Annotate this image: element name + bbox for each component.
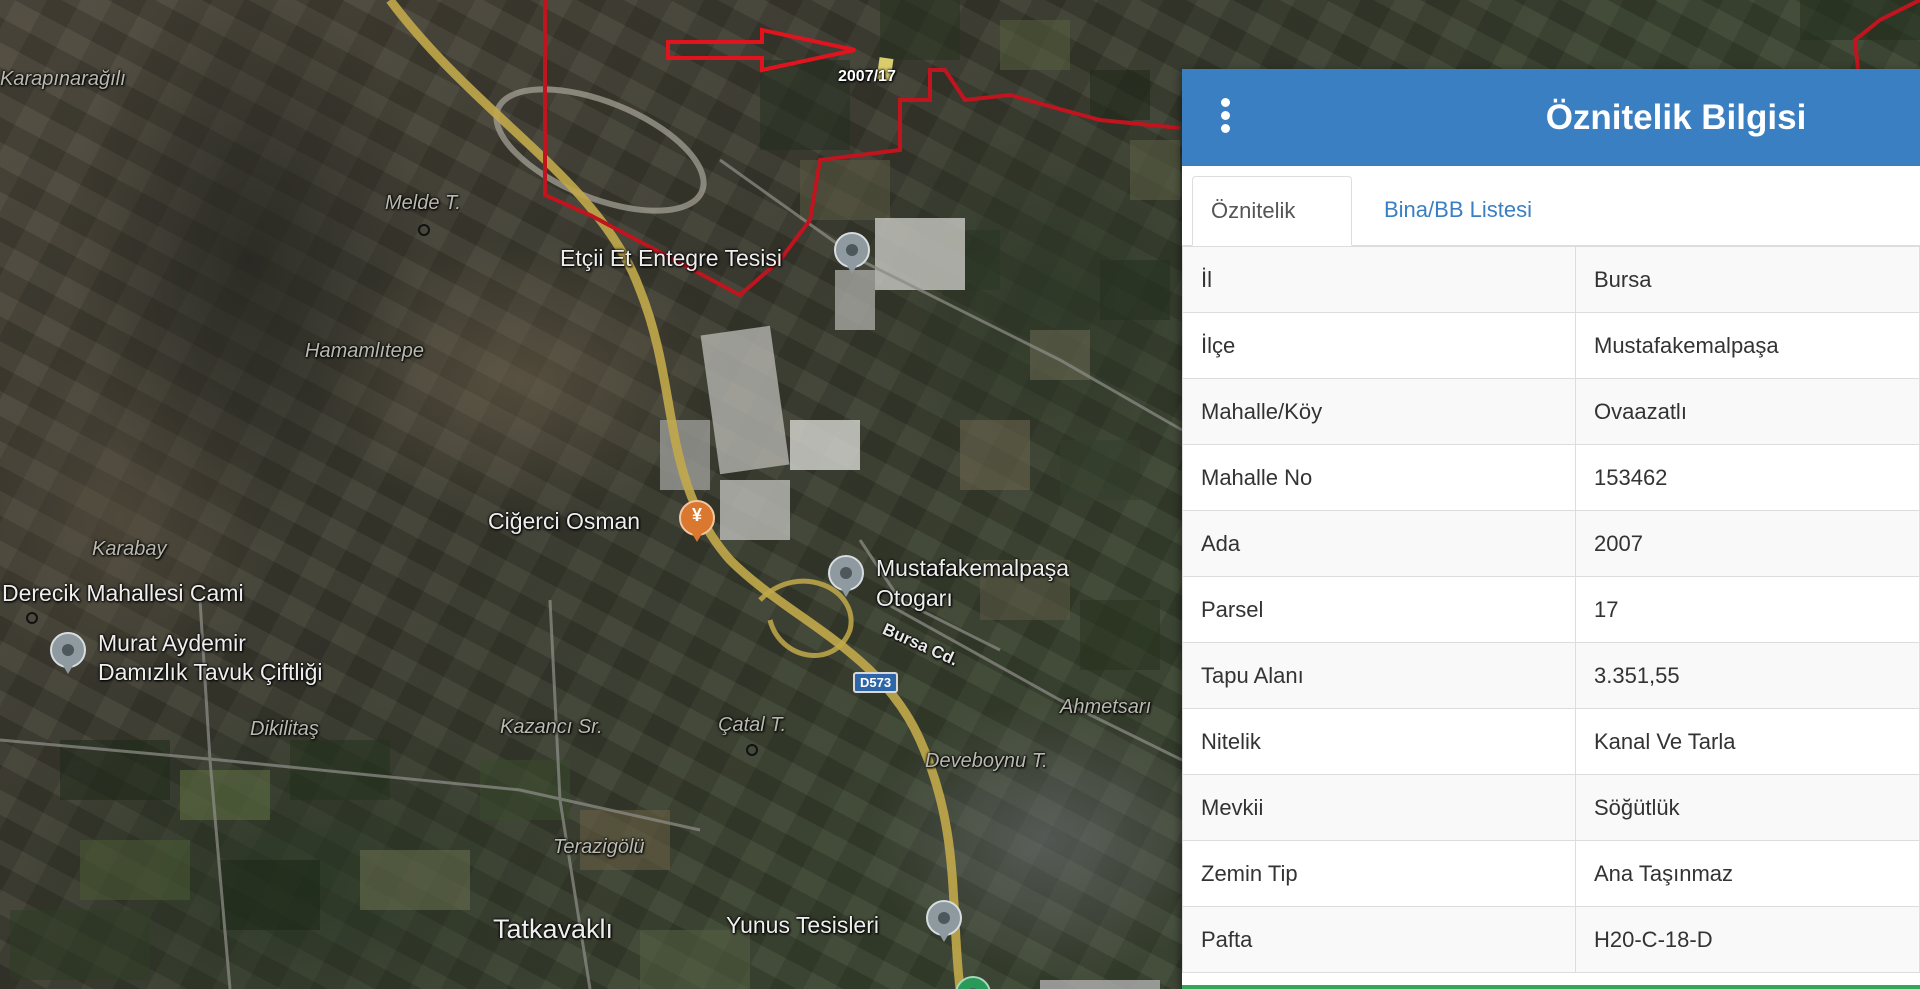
row-value: Bursa: [1575, 246, 1920, 313]
row-value: H20-C-18-D: [1575, 906, 1920, 973]
terrain-label: Deveboynu T.: [925, 750, 1048, 772]
row-key: Parsel: [1182, 576, 1576, 643]
row-key: Zemin Tip: [1182, 840, 1576, 907]
tab-bar: Öznitelik Bilgisi Bina/BB Listesi: [1182, 166, 1920, 291]
row-value: Kanal Ve Tarla: [1575, 708, 1920, 775]
terrain-label: Karabay: [92, 538, 167, 560]
panel-bottom-bar: [1182, 985, 1920, 989]
row-key: Ada: [1182, 510, 1576, 577]
row-value: 153462: [1575, 444, 1920, 511]
row-key: Tapu Alanı: [1182, 642, 1576, 709]
row-key: Mevkii: [1182, 774, 1576, 841]
table-row: Parsel 17: [1182, 576, 1920, 643]
panel-title: Öznitelik Bilgisi: [1545, 98, 1807, 137]
table-row: Nitelik Kanal Ve Tarla: [1182, 708, 1920, 775]
row-value: Ana Taşınmaz: [1575, 840, 1920, 907]
facility-pin-icon[interactable]: [922, 900, 966, 944]
place-label[interactable]: Mustafakemalpaşa: [876, 555, 1069, 582]
mosque-marker: [26, 612, 38, 624]
table-row: Mahalle No 153462: [1182, 444, 1920, 511]
table-row: İlçe Mustafakemalpaşa: [1182, 312, 1920, 379]
row-value: 17: [1575, 576, 1920, 643]
row-key: Mahalle/Köy: [1182, 378, 1576, 445]
restaurant-pin-icon[interactable]: ¥: [675, 500, 719, 544]
place-label[interactable]: Derecik Mahallesi Cami: [2, 580, 244, 607]
terrain-label: Dikilitaş: [250, 718, 319, 740]
table-row: Ada 2007: [1182, 510, 1920, 577]
panel-header: Öznitelik Bilgisi: [1182, 69, 1920, 166]
table-row: Pafta H20-C-18-D: [1182, 906, 1920, 973]
bus-station-pin-icon[interactable]: [824, 555, 868, 599]
terrain-label: Ahmetsarı: [1060, 696, 1152, 718]
parcel-label: 2007/17: [838, 68, 896, 85]
place-label[interactable]: Ciğerci Osman: [488, 508, 640, 535]
row-value: Ovaazatlı: [1575, 378, 1920, 445]
tab-attribute-info[interactable]: Öznitelik Bilgisi: [1192, 176, 1352, 291]
row-key: Mahalle No: [1182, 444, 1576, 511]
row-value: 2007: [1575, 510, 1920, 577]
row-key: İl: [1182, 246, 1576, 313]
row-key: İlçe: [1182, 312, 1576, 379]
summit-marker: [746, 744, 758, 756]
row-value: Mustafakemalpaşa: [1575, 312, 1920, 379]
tab-building-list[interactable]: Bina/BB Listesi: [1366, 176, 1550, 246]
terrain-label: Çatal T.: [718, 714, 787, 736]
farm-pin-icon[interactable]: [46, 632, 90, 676]
attribute-panel: Öznitelik Bilgisi Öznitelik Bilgisi Bina…: [1182, 69, 1920, 989]
place-label[interactable]: Damızlık Tavuk Çiftliği: [98, 659, 323, 686]
table-row: İl Bursa: [1182, 246, 1920, 313]
terrain-label: Kazancı Sr.: [500, 716, 603, 738]
table-row: Mevkii Söğütlük: [1182, 774, 1920, 841]
place-label[interactable]: Otogarı: [876, 585, 953, 612]
place-label[interactable]: Murat Aydemir: [98, 630, 246, 657]
place-label[interactable]: Etçii Et Entegre Tesisi: [560, 245, 782, 272]
terrain-label: Melde T.: [385, 192, 461, 214]
place-pin-icon[interactable]: [951, 976, 995, 989]
terrain-label: Terazigölü: [553, 836, 645, 858]
row-value: Söğütlük: [1575, 774, 1920, 841]
row-value: 3.351,55: [1575, 642, 1920, 709]
road-shield: D573: [853, 672, 899, 693]
town-label: Tatkavaklı: [493, 914, 614, 944]
table-row: Zemin Tip Ana Taşınmaz: [1182, 840, 1920, 907]
summit-marker: [418, 224, 430, 236]
row-key: Nitelik: [1182, 708, 1576, 775]
row-key: Pafta: [1182, 906, 1576, 973]
table-row: Mahalle/Köy Ovaazatlı: [1182, 378, 1920, 445]
attribute-table: İl Bursa İlçe Mustafakemalpaşa Mahalle/Köy…: [1182, 246, 1920, 973]
table-row: Tapu Alanı 3.351,55: [1182, 642, 1920, 709]
place-label[interactable]: Yunus Tesisleri: [726, 912, 879, 939]
place-pin-icon[interactable]: [830, 232, 874, 276]
terrain-label: Karapınarağılı: [0, 68, 126, 90]
terrain-label: Hamamlıtepe: [305, 340, 424, 362]
